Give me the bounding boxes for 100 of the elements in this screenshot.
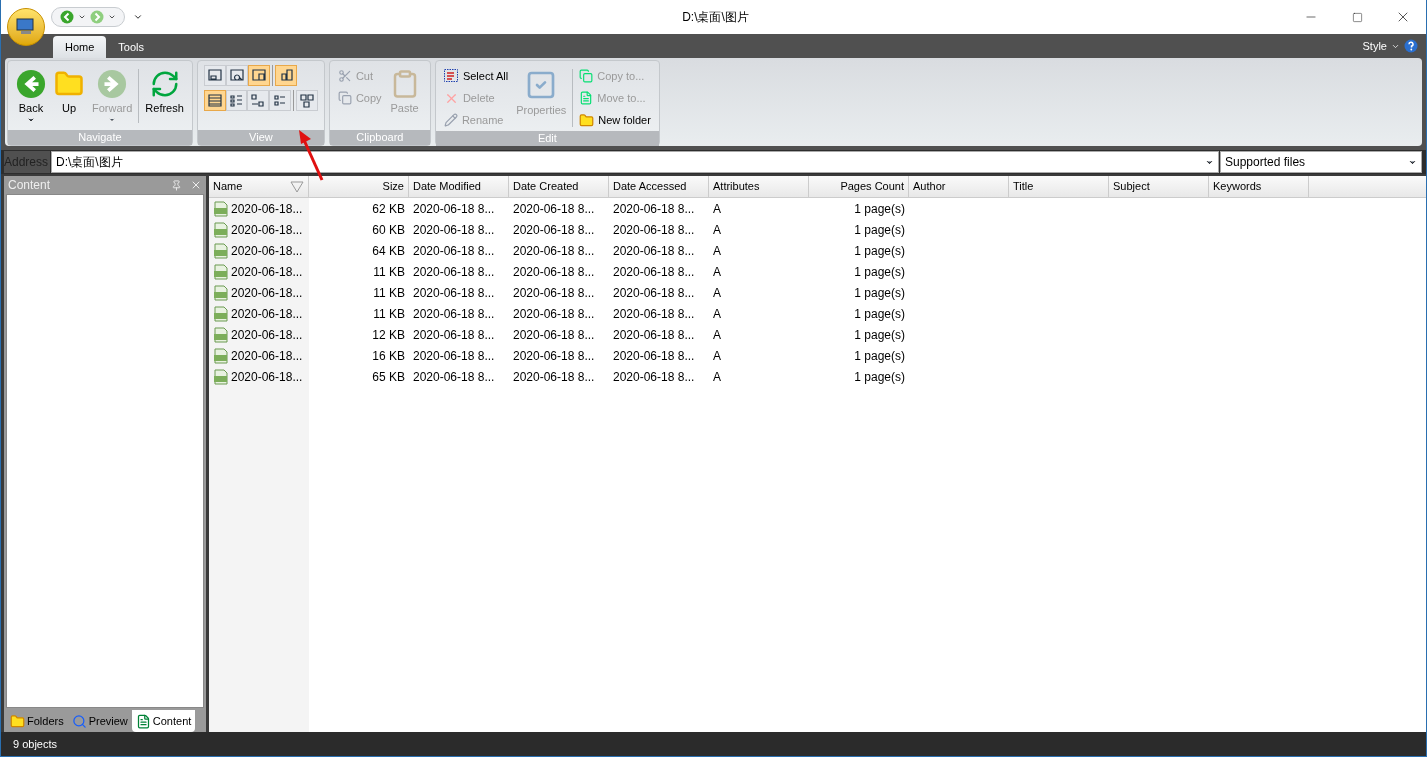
view-icon — [205, 92, 224, 109]
group-title: Edit — [435, 131, 659, 146]
table-cell-text: 2020-06-18 8... — [612, 200, 696, 218]
column-header[interactable]: Name — [209, 176, 309, 197]
table-cell-text: 2020-06-18 8... — [612, 326, 696, 344]
view-mode-button[interactable] — [274, 65, 297, 86]
table-cell-text: 64 KB — [371, 242, 406, 260]
table-cell-text: A — [712, 326, 722, 344]
table-cell-text: 2020-06-18 8... — [512, 200, 596, 218]
view-mode-button[interactable] — [296, 90, 318, 111]
table-cell-text: 1 page(s) — [853, 221, 906, 239]
table-cell-text: 11 KB — [372, 263, 406, 281]
view-mode-button[interactable] — [225, 65, 248, 86]
address-field[interactable]: D:\桌面\图片 — [51, 151, 1219, 173]
table-cell-text: 1 page(s) — [853, 284, 906, 302]
group-title: View — [197, 130, 324, 145]
table-cell[interactable]: 2020-06-18... — [209, 199, 309, 218]
table-cell-text: 12 KB — [371, 326, 406, 344]
table-cell-text: 2020-06-18 8... — [612, 368, 696, 386]
customize-toolbar-icon[interactable] — [133, 12, 143, 22]
view-mode-button[interactable] — [247, 65, 270, 86]
table-cell[interactable]: 2020-06-18... — [209, 325, 309, 344]
table-cell-text: 11 KB — [372, 284, 406, 302]
panel-tab[interactable]: Content — [131, 710, 196, 732]
table-cell-text: A — [712, 368, 722, 386]
group-title: Clipboard — [329, 130, 430, 145]
view-mode-button[interactable] — [269, 90, 292, 111]
view-mode-button[interactable] — [203, 90, 226, 111]
table-cell-text: 60 KB — [371, 221, 406, 239]
table-cell-text: 2020-06-18 8... — [512, 284, 596, 302]
table-cell-text: A — [712, 242, 722, 260]
table-cell-text: 2020-06-18 8... — [412, 347, 496, 365]
table-cell[interactable]: 2020-06-18... — [209, 241, 309, 260]
column-header[interactable]: Attributes — [709, 176, 809, 197]
column-header[interactable]: Size — [309, 176, 409, 197]
table-cell[interactable]: 2020-06-18... — [209, 304, 309, 323]
table-cell-text: A — [712, 305, 722, 323]
panel-tab[interactable]: Folders — [6, 710, 68, 732]
table-cell-text: A — [712, 347, 722, 365]
table-cell-text: 2020-06-18 8... — [512, 221, 596, 239]
column-header[interactable]: Author — [909, 176, 1009, 197]
ribbon-button[interactable]: Up — [50, 65, 88, 127]
scissors-icon — [337, 69, 352, 83]
ribbon-tab[interactable]: Home — [53, 36, 107, 58]
new-folder-icon — [579, 112, 595, 128]
dropdown-icon[interactable] — [78, 13, 86, 21]
view-mode-button[interactable] — [225, 90, 248, 111]
column-header[interactable]: Pages Count — [809, 176, 909, 197]
sort-icon — [290, 180, 304, 193]
ribbon-button[interactable]: Select All — [439, 65, 513, 87]
view-icon — [249, 67, 268, 84]
table-cell-text: A — [712, 263, 722, 281]
table-cell-text: 1 page(s) — [853, 326, 906, 344]
pencil-icon — [443, 113, 458, 127]
view-mode-button[interactable] — [247, 90, 270, 111]
app-orb-button[interactable] — [7, 8, 45, 46]
table-cell[interactable]: 2020-06-18... — [209, 346, 309, 365]
table-cell-text: 2020-06-18 8... — [612, 284, 696, 302]
status-text: 9 objects — [13, 736, 58, 752]
table-cell-text: 1 page(s) — [853, 305, 906, 323]
image-file-icon — [213, 221, 229, 238]
table-cell-text: 2020-06-18 8... — [512, 242, 596, 260]
annotation-arrow — [297, 128, 325, 182]
table-cell-text: 2020-06-18 8... — [412, 221, 496, 239]
style-menu[interactable]: Style — [1362, 37, 1400, 55]
table-cell-text: 2020-06-18 8... — [512, 368, 596, 386]
computer-icon — [15, 18, 37, 36]
column-header[interactable]: Date Modified — [409, 176, 509, 197]
dropdown-icon — [27, 116, 35, 124]
filter-dropdown[interactable]: Supported files — [1220, 151, 1422, 173]
table-cell[interactable]: 2020-06-18... — [209, 283, 309, 302]
table-cell-text: 2020-06-18 8... — [412, 200, 496, 218]
copy-icon — [579, 69, 594, 83]
ribbon-tab[interactable]: Tools — [106, 36, 157, 58]
column-header[interactable]: Subject — [1109, 176, 1209, 197]
ribbon-button[interactable]: Back — [12, 65, 50, 127]
panel-tab[interactable]: Preview — [67, 710, 132, 732]
group-title: Navigate — [8, 130, 192, 145]
table-cell-text: 1 page(s) — [853, 347, 906, 365]
table-cell[interactable]: 2020-06-18... — [209, 220, 309, 239]
table-cell-text: 65 KB — [371, 368, 406, 386]
table-cell-text: 2020-06-18 8... — [512, 347, 596, 365]
table-cell[interactable]: 2020-06-18... — [209, 262, 309, 281]
document-icon — [579, 91, 594, 105]
folder-icon — [10, 713, 25, 729]
help-icon[interactable] — [1404, 39, 1418, 53]
select-all-icon — [443, 69, 459, 83]
window-title: D:\桌面\图片 — [681, 9, 750, 26]
table-cell-text: 2020-06-18 8... — [512, 305, 596, 323]
dropdown-icon[interactable] — [108, 13, 116, 21]
ribbon-button[interactable]: Refresh — [141, 65, 188, 127]
search-icon — [71, 713, 87, 729]
column-header[interactable]: Title — [1009, 176, 1109, 197]
table-cell[interactable]: 2020-06-18... — [209, 367, 309, 386]
column-header[interactable]: Date Accessed — [609, 176, 709, 197]
ribbon-button[interactable]: New folder — [575, 109, 655, 131]
column-header[interactable]: Date Created — [509, 176, 609, 197]
view-mode-button[interactable] — [203, 65, 226, 86]
back-icon[interactable] — [60, 10, 74, 24]
column-header[interactable]: Keywords — [1209, 176, 1309, 197]
